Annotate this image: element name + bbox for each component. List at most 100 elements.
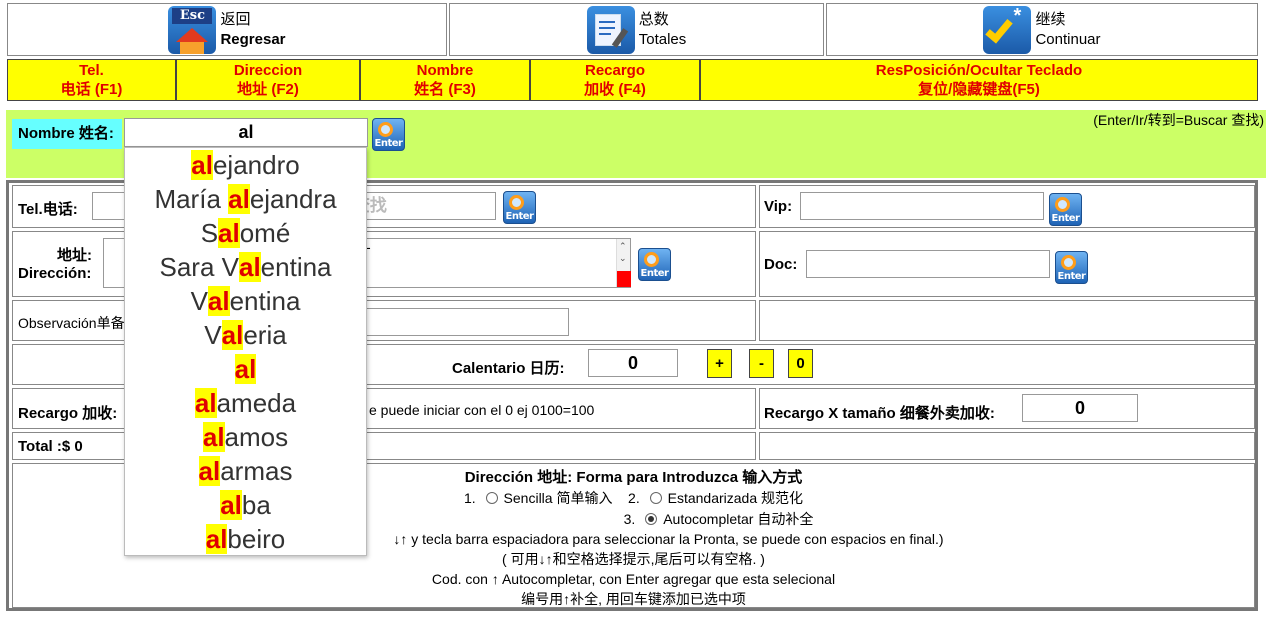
autocomplete-item-suffix: ejandra (249, 184, 337, 214)
scroll-up-icon: ⌃ (619, 241, 627, 251)
magnifier-icon (644, 252, 659, 267)
autocomplete-item-suffix: entina (260, 252, 332, 282)
autocomplete-item-match: al (221, 320, 244, 350)
recargo-hint: e puede iniciar con el 0 ej 0100=100 (369, 402, 595, 418)
back-label-es: Regresar (220, 30, 286, 48)
name-autocomplete-list: alejandro María alejandra Salomé Sara Valen… (124, 147, 367, 556)
doc-input[interactable] (806, 250, 1050, 278)
autocomplete-item[interactable]: alejandro (125, 148, 366, 182)
recargo-label: Recargo 加收: (18, 405, 118, 422)
option-number: 3. (623, 511, 636, 527)
observation-label: Observación单备 (18, 315, 125, 331)
radio-autocompletar-label[interactable]: Autocompletar 自动补全 (663, 511, 813, 527)
autocomplete-item[interactable]: albeiro (125, 522, 366, 556)
document-edit-icon (586, 5, 635, 54)
autocomplete-item-match: al (194, 388, 217, 418)
option-number: 1. (463, 490, 476, 506)
address-scrollbar[interactable]: ⌃ ⌄ (616, 239, 631, 287)
autocomplete-item[interactable]: Valeria (125, 318, 366, 352)
autocomplete-item[interactable]: Sara Valentina (125, 250, 366, 284)
scroll-down-icon: ⌄ (619, 253, 627, 263)
continue-button[interactable]: * 继续 Continuar (826, 3, 1258, 56)
shortcut-recargo-f4[interactable]: Recargo 加收 (F4) (530, 59, 700, 101)
autocomplete-item-suffix: armas (220, 456, 293, 486)
autocomplete-item-match: al (234, 354, 257, 384)
help-line-4: 编号用↑补全, 用回车键添加已选中项 (521, 591, 746, 607)
back-button[interactable]: Esc 返回 Regresar (7, 3, 447, 56)
autocomplete-item-suffix: ba (241, 490, 271, 520)
vip-enter-button[interactable]: Enter (1049, 193, 1082, 226)
shortcut-label: Tel. (79, 62, 104, 79)
search-hint: (Enter/Ir/转到=Buscar 查找) (1093, 112, 1264, 128)
calendar-reset-button[interactable]: 0 (788, 349, 813, 378)
name-search-enter-button[interactable]: Enter (372, 118, 405, 151)
autocomplete-item-match: al (238, 252, 261, 282)
empty-cell-2 (759, 432, 1255, 460)
autocomplete-item[interactable]: Salomé (125, 216, 366, 250)
autocomplete-item-match: al (205, 524, 228, 554)
recargo-size-input[interactable]: 0 (1022, 394, 1138, 422)
shortcut-label: ResPosición/Ocultar Teclado (875, 62, 1083, 79)
autocomplete-item[interactable]: alameda (125, 386, 366, 420)
resize-handle-icon[interactable] (617, 271, 631, 287)
autocomplete-item[interactable]: Valentina (125, 284, 366, 318)
calendar-plus-button[interactable]: + (707, 349, 732, 378)
shortcut-label: Direccion (233, 62, 303, 79)
autocomplete-item[interactable]: al (125, 352, 366, 386)
radio-autocompletar[interactable] (645, 513, 658, 525)
enter-label: Enter (640, 268, 669, 279)
shortcut-nombre-f3[interactable]: Nombre 姓名 (F3) (360, 59, 530, 101)
calendar-input[interactable]: 0 (588, 349, 678, 377)
autocomplete-item-suffix: ameda (216, 388, 297, 418)
name-search-label: Nombre 姓名: (12, 119, 122, 149)
autocomplete-item[interactable]: alarmas (125, 454, 366, 488)
totals-label-zh: 总数 (638, 10, 669, 28)
autocomplete-item-prefix: Sara V (159, 252, 239, 282)
enter-label: Enter (505, 211, 534, 222)
autocomplete-item[interactable]: María alejandra (125, 182, 366, 216)
tel-label: Tel.电话: (18, 201, 78, 218)
totals-button[interactable]: 总数 Totales (449, 3, 824, 56)
radio-estandarizada[interactable] (649, 492, 662, 504)
shortcut-tel-f1[interactable]: Tel. 电话 (F1) (7, 59, 176, 101)
autocomplete-item[interactable]: alba (125, 488, 366, 522)
vip-cell: Vip: Enter (759, 185, 1255, 228)
recargo-size-cell: Recargo X tamaño 细餐外卖加收: 0 (759, 388, 1255, 429)
autocomplete-item[interactable]: alamos (125, 420, 366, 454)
autocomplete-item-suffix: entina (229, 286, 301, 316)
autocomplete-item-suffix: omé (239, 218, 291, 248)
autocomplete-item-match: al (218, 218, 240, 248)
enter-label: Enter (374, 138, 403, 149)
enter-label: Enter (1051, 213, 1080, 224)
continue-label-zh: 继续 (1035, 10, 1066, 28)
total-label: Total :$ 0 (18, 438, 83, 455)
magnifier-icon (509, 195, 524, 210)
name-search-input[interactable]: al (124, 118, 368, 147)
address-label-zh: 地址: (57, 247, 92, 264)
address-enter-button[interactable]: Enter (638, 248, 671, 281)
vip-input[interactable] (800, 192, 1044, 220)
doc-cell: Doc: Enter (759, 231, 1255, 297)
radio-sencilla[interactable] (485, 492, 498, 504)
autocomplete-item-match: al (191, 150, 213, 180)
enter-label: Enter (1057, 271, 1086, 282)
option-number: 2. (628, 490, 640, 506)
doc-enter-button[interactable]: Enter (1055, 251, 1088, 284)
shortcut-keyboard-f5[interactable]: ResPosición/Ocultar Teclado 复位/隐藏键盘(F5) (700, 59, 1258, 101)
radio-sencilla-label[interactable]: Sencilla 简单输入 (504, 490, 613, 506)
radio-estandarizada-label[interactable]: Estandarizada 规范化 (668, 490, 803, 506)
vip-label: Vip: (764, 198, 793, 215)
recargo-size-label: Recargo X tamaño 细餐外卖加收: (764, 405, 995, 422)
calendar-minus-button[interactable]: - (749, 349, 774, 378)
shortcut-key: 姓名 (F3) (414, 81, 476, 98)
shortcut-key: 复位/隐藏键盘(F5) (918, 81, 1040, 98)
magnifier-icon (1055, 197, 1070, 212)
empty-cell (759, 300, 1255, 341)
tel-enter-button[interactable]: Enter (503, 191, 536, 224)
esc-home-icon: Esc (168, 5, 217, 54)
shortcut-key: 电话 (F1) (60, 81, 123, 98)
shortcut-key: 地址 (F2) (237, 81, 299, 98)
autocomplete-item-prefix: María (154, 184, 229, 214)
autocomplete-item-match: al (220, 490, 242, 520)
shortcut-direccion-f2[interactable]: Direccion 地址 (F2) (176, 59, 360, 101)
